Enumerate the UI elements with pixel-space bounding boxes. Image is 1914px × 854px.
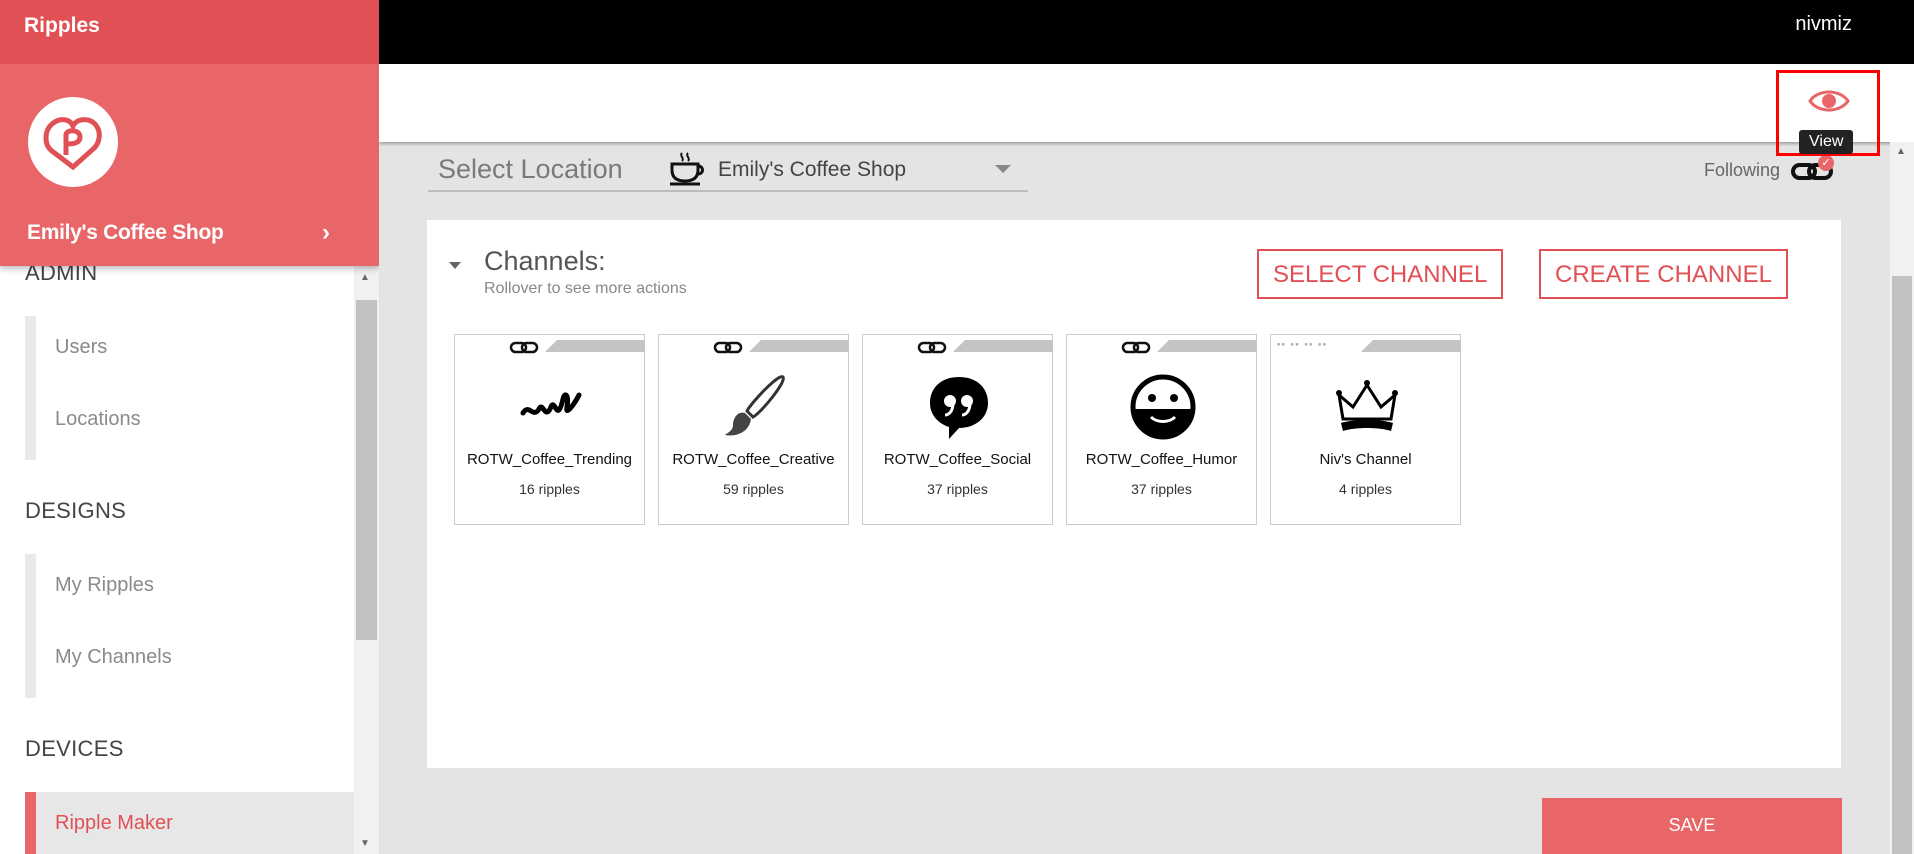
sidebar-scroll-thumb[interactable] [356,300,377,640]
main-scrollbar[interactable]: ▲ [1890,142,1914,854]
tile-tab [749,340,849,352]
channel-count: 37 ripples [927,481,988,497]
sidebar-scrollbar[interactable]: ▲ ▼ [354,266,379,854]
sidebar-item-my-channels[interactable]: My Channels [36,626,354,698]
drag-handle-icon[interactable]: ⠒⠒⠒⠒ [1275,336,1330,356]
sidebar-item-ripple-maker[interactable]: Ripple Maker [25,792,354,854]
tile-tab [953,340,1053,352]
paintbrush-icon [725,375,785,436]
channel-name: ROTW_Coffee_Trending [466,451,633,468]
save-button[interactable]: SAVE [1542,798,1842,854]
coffee-cup-icon [670,152,704,186]
sidebar-item-locations[interactable]: Locations [36,388,354,460]
sidebar-item-my-ripples[interactable]: My Ripples [36,554,354,626]
link-icon[interactable] [713,338,743,356]
following-label: Following [1704,160,1781,180]
main-scroll-thumb[interactable] [1892,276,1912,854]
channel-tile[interactable]: ROTW_Coffee_Creative 59 ripples [658,334,849,525]
app-name: Ripples [0,0,379,64]
chevron-right-icon[interactable]: › [322,219,330,247]
selected-location: Emily's Coffee Shop [718,158,907,181]
trending-scribble-icon [520,392,582,416]
scroll-down-icon[interactable]: ▼ [360,838,370,849]
channel-name: ROTW_Coffee_Humor [1085,451,1238,468]
crown-icon [1336,380,1398,431]
eye-icon [1808,90,1850,112]
dropdown-caret-icon[interactable] [995,165,1011,173]
scroll-up-icon[interactable]: ▲ [360,272,370,283]
view-tooltip: View [1799,130,1854,154]
ripples-logo [28,97,118,187]
top-bar: Ripples nivmiz [0,0,1914,64]
channel-tile[interactable]: ⠒⠒⠒⠒ Niv's Channel 4 ripples [1270,334,1461,525]
tile-tab [1361,340,1461,352]
following-check-icon: ✓ [1818,155,1834,171]
link-icon[interactable] [1121,338,1151,356]
tile-tab [545,340,645,352]
section-designs: DESIGNS [25,498,127,523]
location-select[interactable]: Select Location Emily's Coffee Shop [428,148,1028,192]
select-channel-button[interactable]: SELECT CHANNEL [1257,249,1504,299]
sidebar-header: Emily's Coffee Shop › [0,64,379,266]
section-devices: DEVICES [25,736,124,761]
channels-title: Channels: [484,246,606,276]
current-location-name[interactable]: Emily's Coffee Shop [27,221,224,245]
channel-tile[interactable]: ROTW_Coffee_Social 37 ripples [862,334,1053,525]
channels-subtitle: Rollover to see more actions [484,280,687,297]
channel-name: ROTW_Coffee_Social [883,451,1032,468]
channel-count: 37 ripples [1131,481,1192,497]
create-channel-button[interactable]: CREATE CHANNEL [1539,249,1788,299]
channel-count: 16 ripples [519,481,580,497]
channels-panel: Channels: Rollover to see more actions S… [427,220,1841,768]
smiley-icon [1130,374,1196,440]
designs-group: My Ripples My Channels [25,554,354,698]
sidebar-item-users[interactable]: Users [36,316,354,388]
admin-group: Users Locations [25,316,354,460]
channel-tile[interactable]: ROTW_Coffee_Humor 37 ripples [1066,334,1257,525]
channel-count: 59 ripples [723,481,784,497]
link-icon[interactable] [917,338,947,356]
channel-tile[interactable]: ROTW_Coffee_Trending 16 ripples [454,334,645,525]
user-name[interactable]: nivmiz [1795,13,1852,36]
collapse-triangle-icon[interactable] [449,262,461,269]
channel-name: Niv's Channel [1319,451,1412,468]
tile-tab [1157,340,1257,352]
link-icon[interactable] [509,338,539,356]
view-button[interactable]: View [1776,70,1880,156]
channel-count: 4 ripples [1339,481,1392,497]
scroll-up-icon[interactable]: ▲ [1896,146,1906,157]
select-location-label: Select Location [438,154,623,184]
speech-quote-icon [930,377,988,439]
channel-name: ROTW_Coffee_Creative [672,451,835,468]
sidebar: Emily's Coffee Shop › ADMIN Users Locati… [0,64,379,854]
toolbar [379,64,1914,142]
